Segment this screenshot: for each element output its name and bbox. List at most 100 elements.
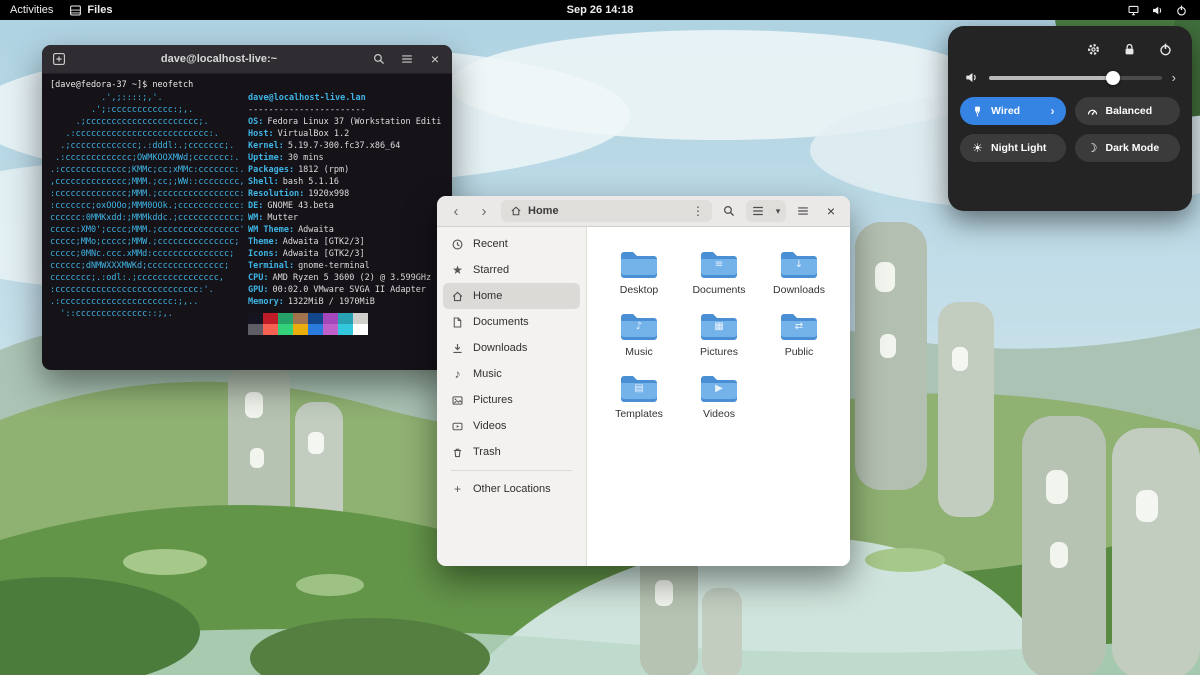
- toggle-label: Balanced: [1105, 105, 1153, 117]
- wired-toggle[interactable]: Wired ›: [960, 97, 1066, 125]
- forward-button[interactable]: ›: [473, 200, 495, 222]
- dark-mode-toggle[interactable]: ☽ Dark Mode: [1074, 134, 1180, 162]
- new-tab-button[interactable]: [48, 48, 70, 70]
- sidebar-item-videos[interactable]: Videos: [443, 413, 580, 439]
- search-icon: [724, 206, 735, 217]
- chevron-right-icon[interactable]: ›: [1172, 71, 1176, 84]
- info-line: Kernel: 5.19.7-300.fc37.x86_64: [248, 141, 401, 151]
- volume-slider[interactable]: [989, 70, 1162, 85]
- sidebar-item-recent[interactable]: Recent: [443, 231, 580, 257]
- folder-documents[interactable]: ≡ Documents: [681, 249, 757, 311]
- folder-public[interactable]: ⇄ Public: [761, 311, 837, 373]
- power-profile-icon: [1086, 105, 1099, 118]
- info-line: Theme: Adwaita [GTK2/3]: [248, 237, 365, 247]
- toggle-label: Night Light: [991, 142, 1047, 154]
- folder-templates[interactable]: ▤ Templates: [601, 373, 677, 435]
- folder-label: Desktop: [619, 284, 659, 296]
- info-line: OS: Fedora Linux 37 (Workstation Editi: [248, 117, 442, 127]
- sidebar-item-label: Pictures: [473, 394, 513, 406]
- folder-label: Music: [625, 346, 653, 358]
- focused-app-indicator[interactable]: Files: [69, 4, 112, 17]
- power-icon: [1177, 5, 1186, 15]
- info-line: Icons: Adwaita [GTK2/3]: [248, 249, 365, 259]
- info-line: Host: VirtualBox 1.2: [248, 129, 350, 139]
- folder-music[interactable]: ♪ Music: [601, 311, 677, 373]
- files-search-button[interactable]: [718, 200, 740, 222]
- files-content-grid[interactable]: Desktop ≡ Documents ↓ Downloads ♪ Music …: [587, 227, 850, 566]
- folder-pictures[interactable]: ▦ Pictures: [681, 311, 757, 373]
- info-line: Terminal: gnome-terminal: [248, 261, 370, 271]
- balanced-toggle[interactable]: Balanced: [1074, 97, 1180, 125]
- folder-emblem: ▤: [634, 383, 644, 394]
- info-line: GPU: 00:02.0 VMware SVGA II Adapter: [248, 285, 427, 295]
- sidebar-item-trash[interactable]: Trash: [443, 439, 580, 465]
- files-headerbar[interactable]: ‹ › Home ⋮ ▾ ×: [437, 196, 850, 227]
- image-icon: [451, 394, 464, 407]
- activities-button[interactable]: Activities: [10, 4, 53, 16]
- info-line: Uptime: 30 mins: [248, 153, 324, 163]
- power-button[interactable]: [1156, 40, 1174, 58]
- terminal-headerbar[interactable]: dave@localhost-live:~ ×: [42, 45, 452, 74]
- folder-icon: ≡: [699, 249, 739, 281]
- files-close-button[interactable]: ×: [820, 200, 842, 222]
- files-menu-button[interactable]: [792, 200, 814, 222]
- palette-swatch: [293, 313, 308, 324]
- sidebar-item-pictures[interactable]: Pictures: [443, 387, 580, 413]
- folder-icon: ▤: [619, 373, 659, 405]
- view-options-dropdown[interactable]: ▾: [770, 200, 786, 222]
- sidebar-item-other-locations[interactable]: + Other Locations: [443, 476, 580, 502]
- lock-button[interactable]: [1120, 40, 1138, 58]
- palette-swatch: [248, 324, 263, 335]
- network-icon: [1128, 5, 1139, 15]
- sidebar-item-downloads[interactable]: Downloads: [443, 335, 580, 361]
- sidebar-item-label: Downloads: [473, 342, 528, 354]
- hamburger-menu-icon: [798, 207, 808, 215]
- sidebar-item-documents[interactable]: Documents: [443, 309, 580, 335]
- sidebar-item-label: Starred: [473, 264, 510, 276]
- terminal-prompt: [dave@fedora-37 ~]$ neofetch: [50, 80, 194, 90]
- sidebar-item-music[interactable]: ♪ Music: [443, 361, 580, 387]
- location-menu-button[interactable]: ⋮: [688, 204, 708, 218]
- back-button[interactable]: ‹: [445, 200, 467, 222]
- folder-videos[interactable]: ▶ Videos: [681, 373, 757, 435]
- terminal-window: dave@localhost-live:~ × [dave@fedora-37 …: [42, 45, 452, 370]
- document-icon: [451, 316, 464, 329]
- path-bar[interactable]: Home ⋮: [501, 200, 712, 222]
- palette-swatch: [308, 324, 323, 335]
- chevron-down-icon: ▾: [775, 205, 781, 216]
- sidebar-item-home[interactable]: Home: [443, 283, 580, 309]
- palette-swatch: [278, 313, 293, 324]
- palette-swatch: [263, 313, 278, 324]
- info-line: Resolution: 1920x998: [248, 189, 350, 199]
- terminal-menu-button[interactable]: [396, 48, 418, 70]
- files-app-icon: [70, 5, 82, 15]
- folder-icon: ♪: [619, 311, 659, 343]
- system-tray[interactable]: [1127, 4, 1200, 17]
- volume-slider-fill: [989, 75, 1114, 80]
- folder-desktop[interactable]: Desktop: [601, 249, 677, 311]
- sidebar-item-label: Home: [473, 290, 503, 302]
- clock[interactable]: Sep 26 14:18: [567, 4, 634, 16]
- focused-app-label: Files: [87, 4, 113, 16]
- sidebar-item-starred[interactable]: ★ Starred: [443, 257, 580, 283]
- sidebar-item-label: Trash: [473, 446, 501, 458]
- info-line: Packages: 1812 (rpm): [248, 165, 350, 175]
- folder-label: Documents: [692, 284, 746, 296]
- terminal-search-button[interactable]: [368, 48, 390, 70]
- folder-emblem: ▦: [714, 321, 724, 332]
- terminal-content[interactable]: [dave@fedora-37 ~]$ neofetch .',;::::;,'…: [42, 74, 452, 370]
- quick-settings-panel: › Wired › Balanced ☀ Night Light ☽ Dark …: [948, 26, 1192, 211]
- home-icon: [451, 290, 464, 303]
- folder-downloads[interactable]: ↓ Downloads: [761, 249, 837, 311]
- folder-emblem: ▶: [715, 383, 723, 394]
- night-light-toggle[interactable]: ☀ Night Light: [960, 134, 1066, 162]
- music-note-icon: ♪: [454, 367, 461, 381]
- folder-label: Templates: [615, 408, 663, 420]
- list-view-button[interactable]: [746, 200, 770, 222]
- sun-icon: ☀: [972, 141, 983, 155]
- volume-slider-knob[interactable]: [1106, 70, 1121, 85]
- settings-button[interactable]: [1084, 40, 1102, 58]
- terminal-close-button[interactable]: ×: [424, 48, 446, 70]
- info-line: DE: GNOME 43.beta: [248, 201, 334, 211]
- sidebar-divider: [451, 470, 572, 471]
